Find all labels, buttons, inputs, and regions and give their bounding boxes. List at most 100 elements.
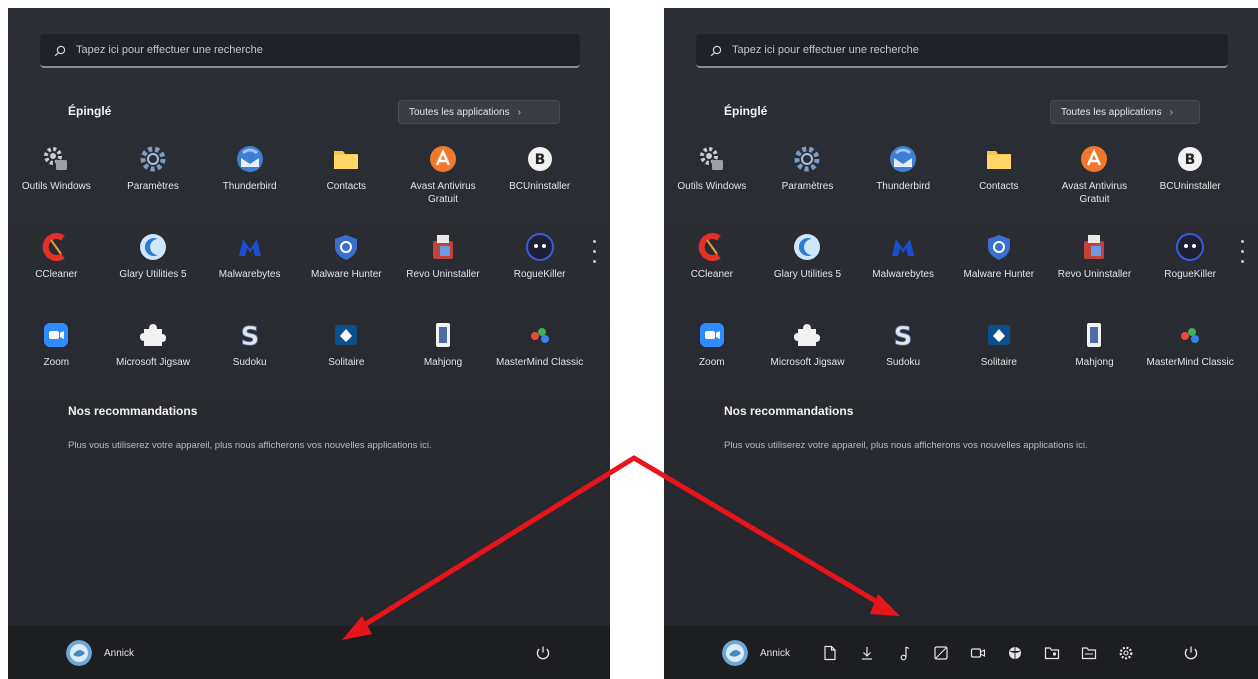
zoom-icon: [697, 320, 727, 350]
pinned-app[interactable]: Avast Antivirus Gratuit: [395, 144, 492, 232]
pinned-app[interactable]: Contacts: [298, 144, 395, 232]
pinned-app-label: MasterMind Classic: [496, 357, 584, 368]
pictures-icon[interactable]: [933, 645, 949, 661]
pinned-app-label: Contacts: [979, 181, 1019, 192]
power-button[interactable]: [534, 644, 552, 662]
pinned-app[interactable]: Mahjong: [395, 320, 492, 408]
pinned-app-label: Sudoku: [232, 357, 267, 368]
pinned-app[interactable]: Malwarebytes: [201, 232, 298, 320]
bcuninstaller-icon: B: [525, 144, 555, 174]
pinned-app[interactable]: Microsoft Jigsaw: [105, 320, 202, 408]
pinned-app[interactable]: MasterMind Classic: [491, 320, 588, 408]
pinned-app[interactable]: Solitaire: [951, 320, 1047, 408]
pinned-app-label: Paramètres: [127, 181, 179, 192]
folder-icon: [331, 144, 361, 174]
pinned-app[interactable]: Glary Utilities 5: [760, 232, 856, 320]
page-indicator[interactable]: [593, 240, 597, 270]
mastermind-icon: [1175, 320, 1205, 350]
pinned-app[interactable]: RogueKiller: [1142, 232, 1238, 320]
pinned-app[interactable]: B BCUninstaller: [491, 144, 588, 232]
pinned-app[interactable]: CCleaner: [664, 232, 760, 320]
search-box[interactable]: Tapez ici pour effectuer une recherche: [696, 34, 1228, 68]
pinned-app-label: Malwarebytes: [872, 269, 934, 280]
ccleaner-icon: [41, 232, 71, 262]
pinned-app[interactable]: Mahjong: [1047, 320, 1143, 408]
pinned-app[interactable]: Outils Windows: [8, 144, 105, 232]
pinned-app[interactable]: MasterMind Classic: [1142, 320, 1238, 408]
pinned-app-label: BCUninstaller: [509, 181, 571, 192]
pinned-app[interactable]: CCleaner: [8, 232, 105, 320]
pinned-app-label: Sudoku: [886, 357, 921, 368]
pinned-app-label: Contacts: [326, 181, 367, 192]
pinned-app[interactable]: Avast Antivirus Gratuit: [1047, 144, 1143, 232]
power-icon: [1184, 646, 1198, 660]
pinned-app[interactable]: B BCUninstaller: [1142, 144, 1238, 232]
thunderbird-icon: [888, 144, 918, 174]
user-account[interactable]: Annick: [722, 640, 790, 666]
windows-tools-icon: [697, 144, 727, 174]
pinned-app[interactable]: Contacts: [951, 144, 1047, 232]
svg-text:B: B: [1185, 152, 1196, 168]
music-icon[interactable]: [896, 645, 912, 661]
pinned-app-label: Malware Hunter: [963, 269, 1035, 280]
windows-tools-icon: [41, 144, 71, 174]
pinned-app[interactable]: RogueKiller: [491, 232, 588, 320]
pinned-app[interactable]: Microsoft Jigsaw: [760, 320, 856, 408]
avatar: [66, 640, 92, 666]
mahjong-icon: [1079, 320, 1109, 350]
pinned-title: Épinglé: [68, 104, 112, 118]
user-account[interactable]: Annick: [66, 640, 134, 666]
pinned-app[interactable]: Glary Utilities 5: [105, 232, 202, 320]
all-apps-button[interactable]: Toutes les applications ›: [1050, 100, 1200, 124]
network-icon[interactable]: [1007, 645, 1023, 661]
malwarebytes-icon: [235, 232, 265, 262]
page-indicator[interactable]: [1241, 240, 1245, 270]
search-placeholder: Tapez ici pour effectuer une recherche: [732, 44, 919, 56]
pinned-app[interactable]: Solitaire: [298, 320, 395, 408]
pinned-app[interactable]: Zoom: [8, 320, 105, 408]
pinned-app-label: Solitaire: [980, 357, 1017, 368]
pinned-app[interactable]: S Sudoku: [855, 320, 951, 408]
file-explorer-icon[interactable]: [1081, 645, 1097, 661]
thunderbird-icon: [235, 144, 265, 174]
revo-uninstaller-icon: [1079, 232, 1109, 262]
pinned-app[interactable]: S Sudoku: [201, 320, 298, 408]
pinned-app[interactable]: Thunderbird: [201, 144, 298, 232]
pinned-app[interactable]: Zoom: [664, 320, 760, 408]
pinned-app-label: Mahjong: [1075, 357, 1114, 368]
personal-folder-icon[interactable]: [1044, 645, 1060, 661]
pinned-app[interactable]: Outils Windows: [664, 144, 760, 232]
documents-icon[interactable]: [822, 645, 838, 661]
pinned-app-label: Outils Windows: [677, 181, 747, 192]
malwarebytes-icon: [888, 232, 918, 262]
pinned-app[interactable]: Malware Hunter: [951, 232, 1047, 320]
videos-icon[interactable]: [970, 645, 986, 661]
pinned-app-label: BCUninstaller: [1159, 181, 1221, 192]
start-menu-left: Tapez ici pour effectuer une recherche É…: [8, 8, 610, 679]
chevron-right-icon: ›: [1169, 106, 1173, 118]
pinned-app[interactable]: Paramètres: [105, 144, 202, 232]
sudoku-icon: S: [888, 320, 918, 350]
power-button[interactable]: [1182, 644, 1200, 662]
recommendations-text: Plus vous utiliserez votre appareil, plu…: [724, 440, 1088, 451]
avatar: [722, 640, 748, 666]
search-box[interactable]: Tapez ici pour effectuer une recherche: [40, 34, 580, 68]
sudoku-icon: S: [235, 320, 265, 350]
avast-icon: [428, 144, 458, 174]
pinned-app[interactable]: Malwarebytes: [855, 232, 951, 320]
search-icon: [710, 44, 722, 57]
all-apps-button[interactable]: Toutes les applications ›: [398, 100, 560, 124]
pinned-app[interactable]: Revo Uninstaller: [1047, 232, 1143, 320]
pinned-app[interactable]: Malware Hunter: [298, 232, 395, 320]
roguekiller-icon: [525, 232, 555, 262]
pinned-app[interactable]: Paramètres: [760, 144, 856, 232]
downloads-icon[interactable]: [859, 645, 875, 661]
recommendations-title: Nos recommandations: [68, 404, 198, 418]
pinned-app-label: CCleaner: [690, 269, 733, 280]
user-name: Annick: [104, 647, 135, 659]
chevron-right-icon: ›: [517, 106, 521, 118]
pinned-app[interactable]: Revo Uninstaller: [395, 232, 492, 320]
pinned-app[interactable]: Thunderbird: [855, 144, 951, 232]
pinned-app-label: Revo Uninstaller: [1057, 269, 1132, 280]
settings-icon[interactable]: [1118, 645, 1134, 661]
